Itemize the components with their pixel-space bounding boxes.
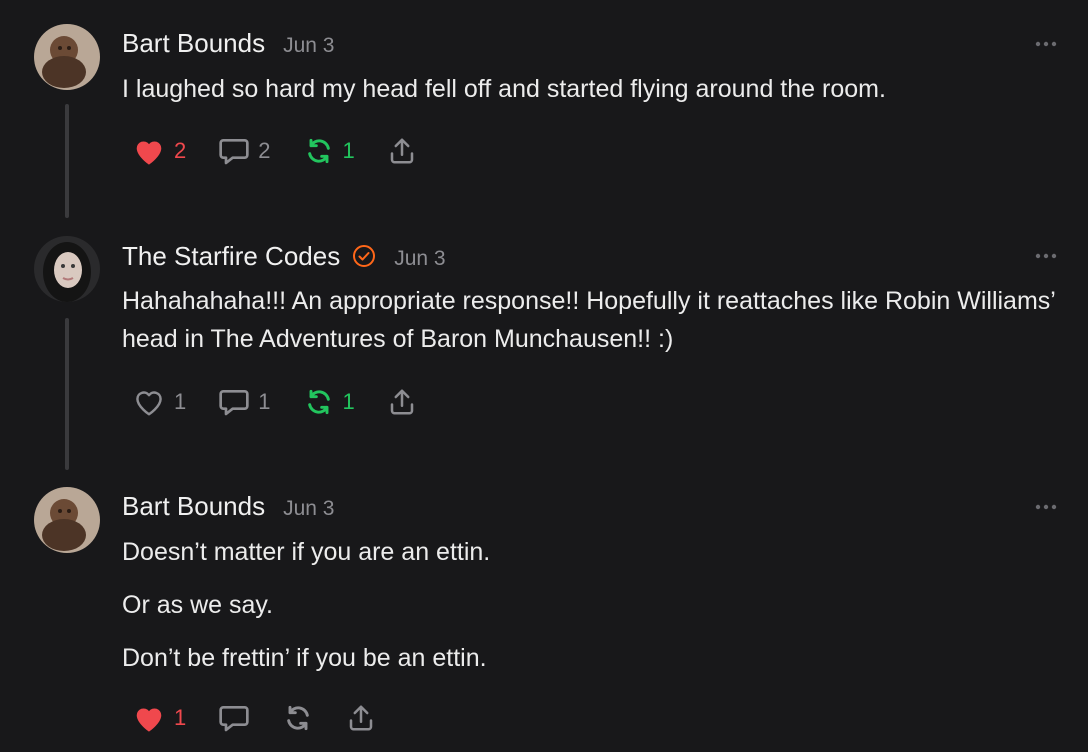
comment-icon: [219, 706, 249, 732]
avatar[interactable]: [34, 487, 100, 553]
comment-thread: Bart Bounds Jun 3 I laughed so hard my h…: [0, 0, 1088, 752]
comment-post: Bart Bounds Jun 3 Doesn’t matter if you …: [0, 0, 1088, 752]
share-button[interactable]: [346, 703, 376, 733]
more-icon[interactable]: [1034, 503, 1058, 511]
like-count: 1: [174, 705, 187, 730]
comment-button[interactable]: [218, 703, 250, 733]
restack-button[interactable]: [282, 703, 314, 733]
heart-icon: [136, 708, 162, 732]
like-button[interactable]: 1: [132, 703, 186, 733]
comment-text: Don’t be frettin’ if you be an ettin.: [122, 644, 487, 672]
post-date[interactable]: Jun 3: [283, 497, 334, 521]
author-name[interactable]: Bart Bounds: [122, 491, 265, 522]
comment-text: Or as we say.: [122, 591, 273, 619]
action-bar: 1: [132, 701, 408, 735]
comment-text: Doesn’t matter if you are an ettin.: [122, 538, 491, 566]
comment-body: Doesn’t matter if you are an ettin. Or a…: [122, 533, 1062, 677]
share-icon: [350, 705, 373, 731]
restack-icon: [287, 705, 310, 731]
